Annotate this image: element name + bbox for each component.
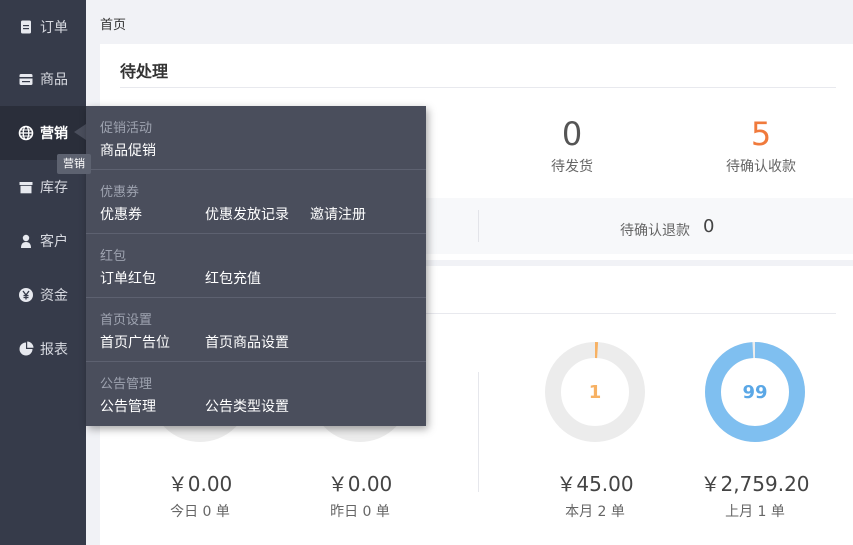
user-icon <box>21 234 31 248</box>
sidebar-item-label: 商品 <box>40 72 68 88</box>
orders-today: 今日 0 单 <box>170 504 230 520</box>
sidebar-item-products[interactable]: 商品 <box>0 52 86 106</box>
document-icon <box>21 20 31 34</box>
menu-item-coupon-records[interactable]: 优惠发放记录 <box>205 204 289 224</box>
dropdown-group-announcements: 公告管理 公告管理 公告类型设置 <box>86 362 426 426</box>
orders-yesterday: 昨日 0 单 <box>330 504 390 520</box>
sidebar-item-funds[interactable]: 资金 <box>0 268 86 322</box>
amount-today: ￥0.00 <box>167 472 233 496</box>
menu-item-red-packet-recharge[interactable]: 红包充值 <box>205 268 261 288</box>
stat-value: 5 <box>750 115 772 153</box>
globe-icon <box>18 125 34 141</box>
donut-value: 99 <box>742 382 768 403</box>
sidebar-item-label: 资金 <box>40 288 68 304</box>
sidebar-item-label: 客户 <box>40 234 68 250</box>
dropdown-group-coupons: 优惠券 优惠券 优惠发放记录 邀请注册 <box>86 170 426 234</box>
stat-value: 0 <box>561 115 583 153</box>
dropdown-group-promotions: 促销活动 商品促销 <box>86 106 426 170</box>
tooltip: 营销 <box>57 154 91 174</box>
group-title: 公告管理 <box>100 377 153 392</box>
sidebar-item-label: 库存 <box>40 180 68 196</box>
store-icon <box>19 74 33 85</box>
donut-value: 1 <box>588 382 602 403</box>
dropdown-arrow <box>74 124 86 140</box>
sidebar-item-orders[interactable]: 订单 <box>0 0 86 54</box>
menu-item-coupons[interactable]: 优惠券 <box>100 204 142 224</box>
menu-item-product-promotion[interactable]: 商品促销 <box>100 140 156 160</box>
group-title: 红包 <box>100 249 127 264</box>
sidebar-item-label: 报表 <box>40 342 68 358</box>
breadcrumb[interactable]: 首页 <box>100 14 126 33</box>
stat-label: 待确认收款 <box>726 159 796 175</box>
stat-label: 待发货 <box>551 159 593 175</box>
sidebar-item-label: 订单 <box>40 20 68 36</box>
menu-item-invite-register[interactable]: 邀请注册 <box>310 204 366 224</box>
sidebar-item-customers[interactable]: 客户 <box>0 214 86 268</box>
divider <box>478 210 479 242</box>
box-icon <box>19 182 33 194</box>
menu-item-homepage-products[interactable]: 首页商品设置 <box>205 332 289 352</box>
menu-item-announcement-types[interactable]: 公告类型设置 <box>205 396 289 416</box>
amount-this-month: ￥45.00 <box>556 472 634 496</box>
menu-item-announcements[interactable]: 公告管理 <box>100 396 156 416</box>
group-title: 首页设置 <box>100 313 153 328</box>
dropdown-group-red-packets: 红包 订单红包 红包充值 <box>86 234 426 298</box>
sidebar-item-reports[interactable]: 报表 <box>0 322 86 376</box>
pending-title: 待处理 <box>120 62 169 81</box>
divider <box>478 372 479 492</box>
marketing-dropdown: 促销活动 商品促销 优惠券 优惠券 优惠发放记录 邀请注册 红包 订单红包 红包… <box>86 106 426 426</box>
group-title: 促销活动 <box>100 121 153 136</box>
stat-pending-payment[interactable]: 5 待确认收款 <box>681 114 841 176</box>
orders-this-month: 本月 2 单 <box>565 504 625 520</box>
divider <box>120 87 836 88</box>
stat-to-ship[interactable]: 0 待发货 <box>492 114 652 176</box>
orders-last-month: 上月 1 单 <box>725 504 785 520</box>
menu-item-homepage-ads[interactable]: 首页广告位 <box>100 332 170 352</box>
menu-item-order-red-packet[interactable]: 订单红包 <box>100 268 156 288</box>
sidebar: 订单 商品 营销 库存 客户 资金 报表 <box>0 0 86 545</box>
refund-value[interactable]: 0 <box>703 216 714 237</box>
group-title: 优惠券 <box>100 185 140 200</box>
sidebar-item-label: 营销 <box>40 126 68 142</box>
amount-yesterday: ￥0.00 <box>327 472 393 496</box>
yen-icon <box>19 288 33 302</box>
amount-last-month: ￥2,759.20 <box>700 472 810 496</box>
refund-label[interactable]: 待确认退款 <box>620 220 690 240</box>
pie-chart-icon <box>19 341 34 356</box>
dropdown-group-homepage: 首页设置 首页广告位 首页商品设置 <box>86 298 426 362</box>
